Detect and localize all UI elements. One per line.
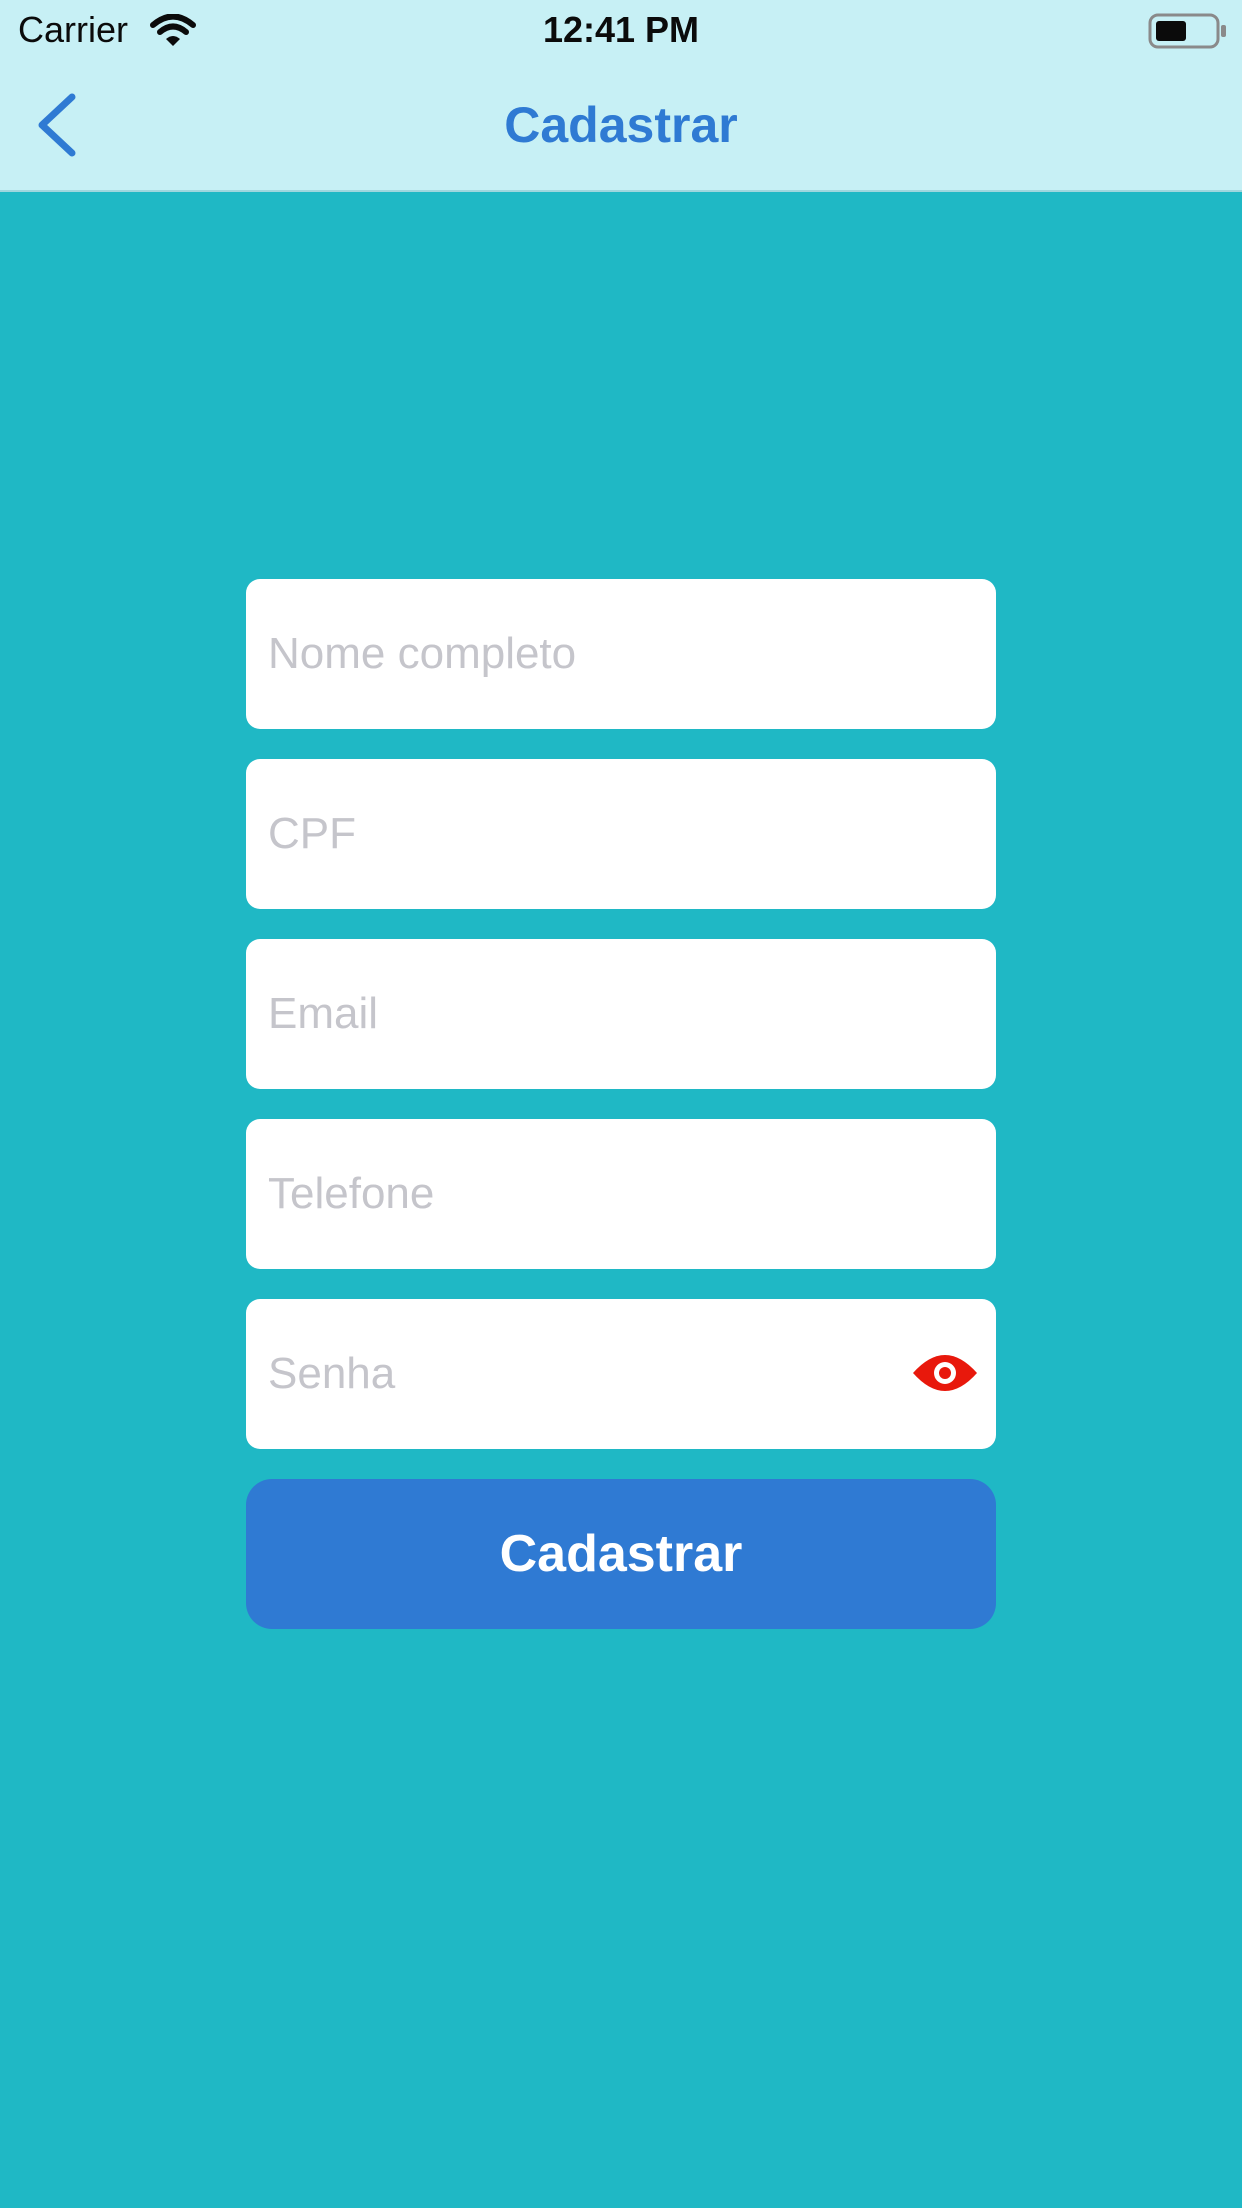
password-input[interactable] — [246, 1299, 996, 1449]
email-input[interactable] — [246, 939, 996, 1089]
status-time: 12:41 PM — [542, 9, 700, 50]
full-name-field-container — [246, 579, 996, 729]
cpf-field-container — [246, 759, 996, 909]
back-button[interactable] — [20, 84, 92, 166]
full-name-input[interactable] — [246, 579, 996, 729]
password-field-container — [246, 1299, 996, 1449]
register-button[interactable]: Cadastrar — [246, 1479, 996, 1629]
cpf-input[interactable] — [246, 759, 996, 909]
phone-field-container — [246, 1119, 996, 1269]
email-field-container — [246, 939, 996, 1089]
status-bar: Carrier 12:41 PM — [0, 0, 1242, 62]
show-password-toggle[interactable] — [910, 1345, 980, 1401]
top-bar: Carrier 12:41 PM Cadastrar — [0, 0, 1242, 192]
page-title: Cadastrar — [504, 97, 738, 153]
signup-form: Cadastrar — [246, 579, 996, 1629]
chevron-left-icon — [38, 93, 76, 157]
eye-icon — [913, 1355, 977, 1391]
phone-input[interactable] — [246, 1119, 996, 1269]
battery-icon — [1148, 12, 1228, 50]
navigation-bar: Cadastrar — [0, 62, 1242, 192]
